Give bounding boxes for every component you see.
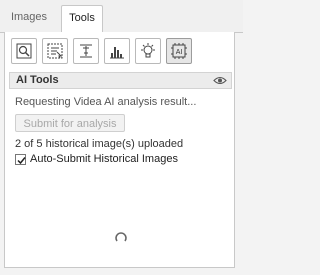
auto-submit-label: Auto-Submit Historical Images	[30, 153, 178, 165]
histogram-icon	[110, 47, 124, 59]
zoom-target-icon	[16, 43, 32, 59]
eye-icon[interactable]	[213, 75, 227, 86]
svg-text:AI: AI	[176, 49, 183, 56]
text-selection-icon	[47, 43, 63, 59]
ai-tools-button[interactable]: AI	[166, 38, 192, 64]
zoom-target-button[interactable]	[11, 38, 37, 64]
checkmark-icon	[17, 157, 26, 165]
histogram-button[interactable]	[104, 38, 130, 64]
loading-spinner-icon	[115, 232, 127, 242]
tab-tools[interactable]: Tools	[61, 5, 103, 33]
submit-analysis-button[interactable]: Submit for analysis	[15, 114, 125, 132]
tools-panel: AI AI Tools Requesting Videa AI analysis…	[4, 32, 235, 268]
measure-text-button[interactable]	[73, 38, 99, 64]
lightbulb-icon	[141, 43, 155, 58]
auto-submit-checkbox[interactable]	[15, 154, 26, 165]
measure-text-icon	[80, 44, 92, 58]
text-selection-button[interactable]	[42, 38, 68, 64]
tab-bar: Images Tools	[0, 0, 243, 33]
ai-tools-header: AI Tools	[9, 72, 232, 89]
section-title: AI Tools	[16, 74, 59, 86]
lightbulb-button[interactable]	[135, 38, 161, 64]
analysis-status: Requesting Videa AI analysis result...	[15, 96, 197, 108]
tab-images[interactable]: Images	[2, 5, 56, 31]
upload-progress-text: 2 of 5 historical image(s) uploaded	[15, 138, 184, 150]
ai-chip-icon: AI	[171, 43, 187, 59]
